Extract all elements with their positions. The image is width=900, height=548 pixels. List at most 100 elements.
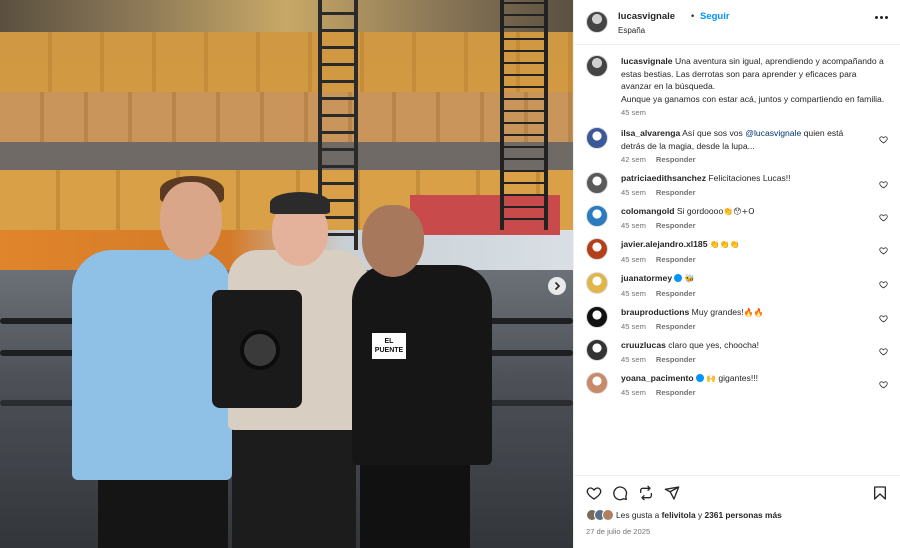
comment-time: 45 sem	[621, 187, 646, 197]
liker-avatars	[586, 509, 614, 521]
comment-username[interactable]: colomangold	[621, 206, 674, 216]
comment-like-heart-icon[interactable]	[879, 347, 888, 356]
comment-time: 45 sem	[621, 388, 646, 398]
reply-button[interactable]: Responder	[656, 289, 696, 298]
shirt-logo: EL PUENTE	[372, 333, 406, 359]
likes-count[interactable]: 2361 personas más	[704, 510, 781, 520]
comment-like-heart-icon[interactable]	[879, 135, 888, 144]
comment-like-heart-icon[interactable]	[879, 246, 888, 255]
repost-icon[interactable]	[638, 485, 654, 501]
comment-text: Si gordoooo	[676, 205, 724, 216]
likes-prefix: Les gusta a	[616, 510, 662, 520]
comment-emoji: 🔥🔥	[743, 307, 764, 317]
verified-badge-icon	[695, 373, 704, 382]
comment-emoji: 🐝	[684, 273, 695, 283]
person-middle-shorts	[232, 420, 356, 548]
avatar[interactable]	[586, 271, 608, 294]
comment-item: juanatormey 🐝 45 sem Responder	[586, 271, 888, 298]
comment-username[interactable]: javier.alejandro.xl185	[621, 239, 707, 249]
comment-username[interactable]: juanatormey	[621, 273, 672, 283]
comment-like-heart-icon[interactable]	[879, 280, 888, 289]
like-heart-icon[interactable]	[586, 485, 602, 501]
reply-button[interactable]: Responder	[656, 188, 696, 197]
post-header: lucasvignale • Seguir España	[574, 0, 900, 45]
comment-item: cruuzlucas claro que yes, choocha! 45 sem…	[586, 339, 888, 364]
speaker-truss	[500, 0, 548, 230]
chevron-right-icon	[554, 281, 561, 291]
comment-item: javier.alejandro.xl185 👏👏👏 45 sem Respond…	[586, 238, 888, 264]
avatar[interactable]	[586, 238, 608, 261]
comment-time: 42 sem	[621, 155, 646, 165]
person-right-shirt	[352, 265, 492, 465]
comments-list[interactable]: lucasvignale Una aventura sin igual, apr…	[574, 45, 900, 475]
caption-time: 45 sem	[621, 108, 646, 118]
comment-time: 45 sem	[621, 221, 646, 231]
post-photo[interactable]: EL PUENTE	[0, 0, 573, 548]
likes-summary: Les gusta a felivitola y 2361 personas m…	[574, 507, 900, 525]
reply-button[interactable]: Responder	[656, 355, 696, 364]
avatar[interactable]	[586, 127, 608, 149]
follow-button[interactable]: Seguir	[700, 11, 730, 22]
comment-item: colomangold Si gordoooo👏😯+O 45 sem Respon…	[586, 204, 888, 231]
comment-emoji: 👏👏👏	[709, 240, 740, 250]
comment-username[interactable]: patriciaedithsanchez	[621, 173, 706, 183]
stadium-seats-mid	[0, 92, 573, 142]
next-image-button[interactable]	[548, 277, 566, 295]
avatar[interactable]	[586, 55, 608, 77]
reply-button[interactable]: Responder	[656, 255, 696, 264]
comment-like-heart-icon[interactable]	[879, 180, 888, 189]
comment-time: 45 sem	[621, 322, 646, 332]
comment-text: claro que yes, choocha!	[668, 340, 760, 351]
comment-like-heart-icon[interactable]	[879, 213, 888, 222]
comment-emoji: 👏😯+O	[723, 206, 755, 216]
comment-text: Felicitaciones Lucas!!	[708, 173, 791, 184]
comment-username[interactable]: yoana_pacimento	[621, 373, 694, 383]
comment-username[interactable]: brauproductions	[621, 307, 689, 317]
comment-time: 45 sem	[621, 354, 646, 364]
avatar[interactable]	[586, 305, 608, 328]
comment-time: 45 sem	[621, 288, 646, 298]
post-date[interactable]: 27 de julio de 2025	[574, 525, 900, 548]
stadium-concourse	[0, 142, 573, 170]
reply-button[interactable]: Responder	[656, 155, 696, 164]
post-location[interactable]: España	[618, 26, 645, 35]
save-bookmark-icon[interactable]	[872, 485, 888, 501]
reply-button[interactable]: Responder	[656, 221, 696, 230]
stadium-roof	[0, 0, 573, 32]
verified-badge-icon	[674, 273, 683, 282]
action-bar	[574, 475, 900, 507]
avatar[interactable]	[586, 371, 608, 394]
avatar[interactable]	[586, 339, 608, 362]
reply-button[interactable]: Responder	[656, 388, 696, 397]
comment-like-heart-icon[interactable]	[879, 380, 888, 389]
comment-item: patriciaedithsanchez Felicitaciones Luca…	[586, 172, 888, 197]
avatar[interactable]	[586, 204, 608, 227]
comment-emoji: 🙌	[705, 373, 716, 383]
more-options-icon[interactable]	[875, 16, 888, 19]
comment-username[interactable]: ilsa_alvarenga	[621, 128, 680, 138]
comment-item: ilsa_alvarenga Así que sos vos @lucasvig…	[586, 127, 888, 164]
comment-icon[interactable]	[612, 485, 628, 501]
video-camera	[212, 290, 302, 408]
comment-text: Así que sos vos	[682, 128, 746, 138]
comment-text-tail: gigantes!!!	[718, 372, 758, 383]
avatar[interactable]	[586, 11, 608, 33]
reply-button[interactable]: Responder	[656, 322, 696, 331]
person-left-shirt	[72, 250, 232, 480]
person-middle-cap	[270, 192, 330, 214]
caption-username[interactable]: lucasvignale	[621, 56, 673, 66]
comment-username[interactable]: cruuzlucas	[621, 340, 666, 350]
comment-item: yoana_pacimento 🙌 gigantes!!! 45 sem Respo…	[586, 371, 888, 398]
person-left-head	[160, 182, 222, 260]
caption-text-2: Aunque ya ganamos con estar acá, juntos …	[621, 93, 885, 104]
avatar[interactable]	[586, 172, 608, 195]
author-username[interactable]: lucasvignale	[618, 11, 675, 22]
comment-like-heart-icon[interactable]	[879, 314, 888, 323]
share-icon[interactable]	[664, 485, 680, 501]
comment-time: 45 sem	[621, 254, 646, 264]
liker-username[interactable]: felivitola	[662, 510, 696, 520]
comment-item: brauproductions Muy grandes!🔥🔥 45 sem Res…	[586, 305, 888, 332]
post-side-panel: lucasvignale • Seguir España lucasvignal…	[573, 0, 900, 548]
person-right-shorts	[360, 455, 470, 548]
comment-mention[interactable]: @lucasvignale	[745, 128, 801, 138]
